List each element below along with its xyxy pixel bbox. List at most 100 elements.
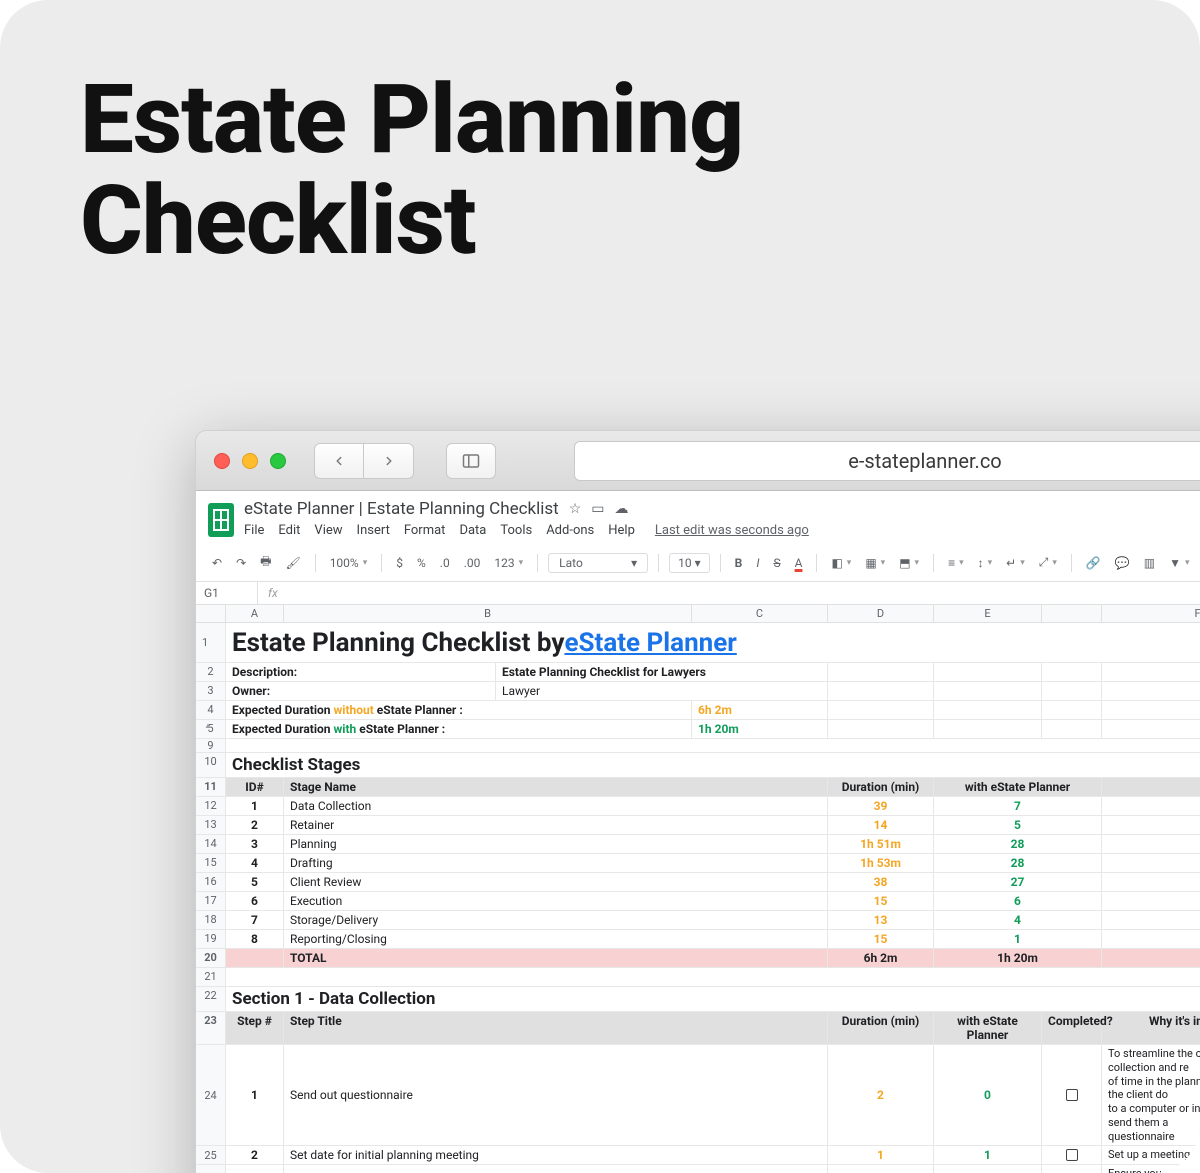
filter-button[interactable]: ▼: [1165, 554, 1193, 572]
last-edit[interactable]: Last edit was seconds ago: [655, 523, 809, 538]
hero-title: Estate Planning Checklist: [0, 0, 1200, 332]
browser-chrome: e-stateplanner.co: [196, 431, 1200, 491]
italic-button[interactable]: I: [752, 554, 763, 572]
redo-button[interactable]: ↷: [232, 554, 250, 572]
table-row: 121Data Collection397: [196, 797, 1200, 816]
col-a[interactable]: A: [226, 605, 284, 623]
zoom-icon[interactable]: [270, 453, 286, 469]
cloud-icon[interactable]: ☁: [615, 501, 629, 517]
table-row: 154Drafting1h 53m28: [196, 854, 1200, 873]
currency-button[interactable]: $: [392, 554, 407, 572]
hero-line-1: Estate Planning: [80, 64, 743, 176]
row-9: 9: [196, 739, 1200, 753]
table-row: 176Execution156: [196, 892, 1200, 911]
bold-button[interactable]: B: [731, 554, 747, 572]
dec-decrease-button[interactable]: .0: [436, 554, 454, 572]
fill-color-button[interactable]: ◧: [827, 554, 855, 572]
sheet-title-link[interactable]: eState Planner: [564, 628, 736, 658]
menu-tools[interactable]: Tools: [500, 523, 532, 538]
traffic-lights: [214, 453, 286, 469]
back-button[interactable]: [314, 443, 364, 479]
sheets-icon[interactable]: [208, 503, 234, 537]
name-box[interactable]: G1: [196, 582, 258, 604]
table-row: 143Planning1h 51m28: [196, 835, 1200, 854]
percent-button[interactable]: %: [413, 554, 430, 572]
col-f[interactable]: F: [1102, 605, 1200, 623]
row-3: 3 Owner: Lawyer: [196, 682, 1200, 701]
strike-button[interactable]: S: [769, 554, 784, 572]
sheets-app: eState Planner | Estate Planning Checkli…: [196, 491, 1200, 1173]
merge-button[interactable]: ⬒: [895, 554, 923, 572]
doc-header: eState Planner | Estate Planning Checkli…: [196, 491, 1200, 538]
table-row: 198Reporting/Closing151: [196, 930, 1200, 949]
move-icon[interactable]: ▭: [591, 501, 604, 517]
row-5: 5 Expected Duration with eState Planner …: [196, 720, 1200, 739]
chart-button[interactable]: ▥: [1140, 554, 1159, 572]
row-10: 10 Checklist Stages: [196, 753, 1200, 778]
menu-format[interactable]: Format: [404, 523, 446, 538]
address-bar[interactable]: e-stateplanner.co: [574, 441, 1200, 481]
rotate-button[interactable]: ⤢: [1035, 553, 1061, 572]
menu-edit[interactable]: Edit: [278, 523, 300, 538]
checkbox-icon[interactable]: [1066, 1149, 1078, 1161]
menu-data[interactable]: Data: [459, 523, 486, 538]
number-format-button[interactable]: 123: [490, 554, 527, 572]
address-text: e-stateplanner.co: [848, 449, 1001, 473]
table-row: 187Storage/Delivery134: [196, 911, 1200, 930]
table-row: 165Client Review3827: [196, 873, 1200, 892]
row-23-header: 23 Step # Step Title Duration (min) with…: [196, 1012, 1200, 1045]
menubar: File Edit View Insert Format Data Tools …: [244, 523, 809, 538]
fx-label: fx: [258, 582, 288, 604]
menu-addons[interactable]: Add-ons: [546, 523, 594, 538]
wrap-button[interactable]: ↵: [1002, 554, 1029, 572]
col-e[interactable]: E: [934, 605, 1042, 623]
card-container: Estate Planning Checklist: [0, 0, 1200, 1173]
row-21: 21: [196, 968, 1200, 987]
row-1: 1 Estate Planning Checklist by eState Pl…: [196, 623, 1200, 663]
menu-help[interactable]: Help: [608, 523, 635, 538]
col-d[interactable]: D: [828, 605, 934, 623]
doc-title[interactable]: eState Planner | Estate Planning Checkli…: [244, 499, 559, 519]
sidebar-toggle-button[interactable]: [446, 443, 496, 479]
col-b[interactable]: B: [284, 605, 692, 623]
valign-button[interactable]: ↕: [974, 554, 997, 572]
spreadsheet-grid[interactable]: A B C D E F 1 Estate Planning Checklist …: [196, 605, 1200, 1173]
zoom-select[interactable]: 100%: [326, 554, 372, 572]
forward-button[interactable]: [364, 443, 414, 479]
sidebar-icon: [460, 452, 482, 470]
sheet-title-pre: Estate Planning Checklist by: [232, 628, 564, 658]
chevron-right-icon: [382, 454, 396, 468]
browser-window: e-stateplanner.co eState Planner | Estat…: [195, 430, 1200, 1173]
menu-insert[interactable]: Insert: [357, 523, 390, 538]
col-c[interactable]: C: [692, 605, 828, 623]
row-22: 22 Section 1 - Data Collection: [196, 987, 1200, 1012]
print-button[interactable]: 🖶: [256, 550, 275, 575]
row-2: 2 Description: Estate Planning Checklist…: [196, 663, 1200, 682]
column-headers: A B C D E F: [196, 605, 1200, 623]
row-4: 4 Expected Duration without eState Plann…: [196, 701, 1200, 720]
link-button[interactable]: 🔗: [1082, 554, 1105, 572]
table-row: 132Retainer145: [196, 816, 1200, 835]
star-icon[interactable]: ☆: [569, 501, 582, 517]
font-select[interactable]: Lato▾: [548, 553, 648, 573]
toolbar: ↶ ↷ 🖶 🖌 100% $ % .0 .00 123 Lato▾ 10 ▾ B…: [196, 544, 1200, 582]
table-row: 252Set date for initial planning meeting…: [196, 1146, 1200, 1165]
text-color-button[interactable]: A: [791, 554, 807, 571]
dec-increase-button[interactable]: .00: [460, 554, 485, 572]
nav-buttons: [314, 443, 414, 479]
menu-view[interactable]: View: [314, 523, 342, 538]
paint-format-button[interactable]: 🖌: [281, 554, 304, 572]
formula-bar: G1 fx: [196, 582, 1200, 605]
borders-button[interactable]: ▦: [861, 554, 889, 572]
minimize-icon[interactable]: [242, 453, 258, 469]
close-icon[interactable]: [214, 453, 230, 469]
table-row: 263Monitor status of completion of quest…: [196, 1165, 1200, 1173]
checkbox-icon[interactable]: [1066, 1089, 1078, 1101]
undo-button[interactable]: ↶: [208, 554, 226, 572]
table-row: 241Send out questionnaire20To streamline…: [196, 1045, 1200, 1146]
halign-button[interactable]: ≡: [944, 554, 968, 572]
menu-file[interactable]: File: [244, 523, 264, 538]
chevron-left-icon: [332, 454, 346, 468]
comment-button[interactable]: 💬: [1111, 554, 1134, 572]
font-size-select[interactable]: 10 ▾: [669, 553, 710, 573]
